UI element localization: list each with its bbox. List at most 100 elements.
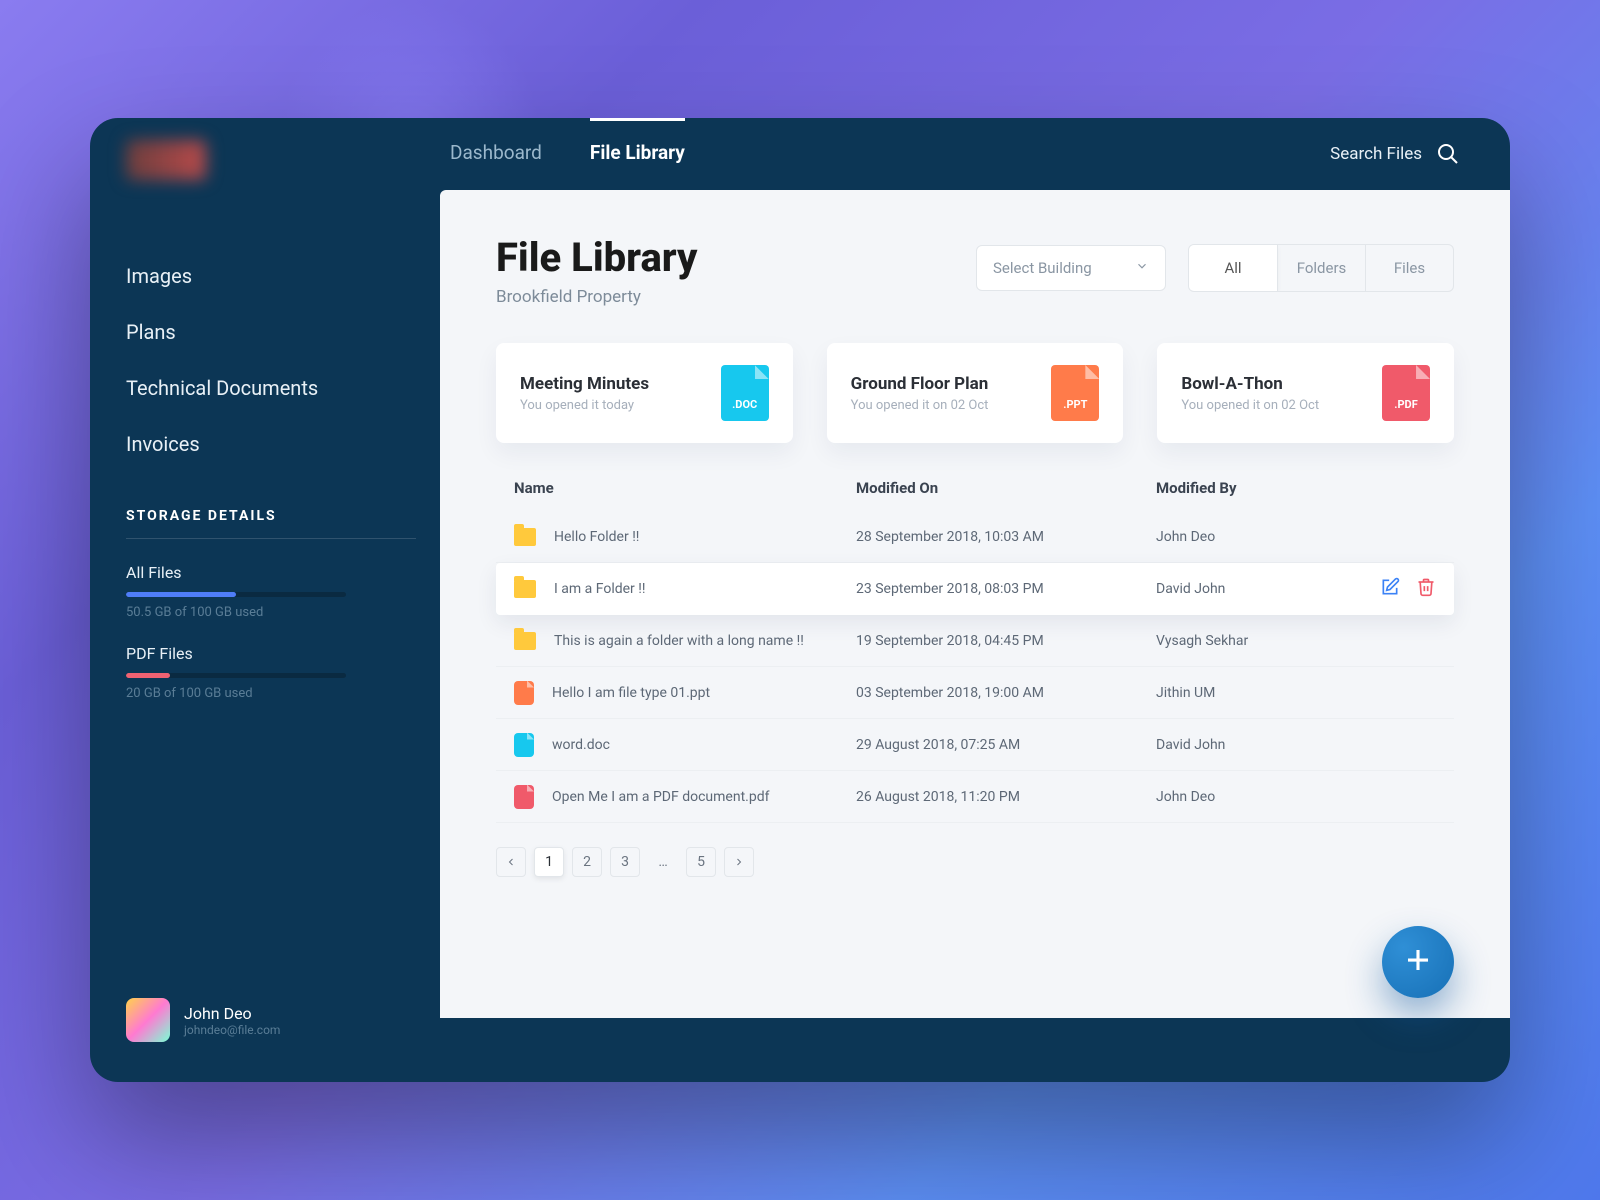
add-fab[interactable] [1382, 926, 1454, 998]
sidebar: Images Plans Technical Documents Invoice… [126, 248, 416, 701]
row-name: word.doc [552, 737, 610, 753]
card-title: Meeting Minutes [520, 374, 649, 394]
sidebar-item-plans[interactable]: Plans [126, 304, 416, 360]
row-modified-on: 29 August 2018, 07:25 AM [856, 737, 1156, 753]
recent-cards: Meeting Minutes You opened it today .DOC… [496, 343, 1454, 443]
edit-icon[interactable] [1380, 577, 1400, 601]
row-modified-by: John Deo [1156, 789, 1356, 805]
table-row[interactable]: Hello Folder !! 28 September 2018, 10:03… [496, 511, 1454, 563]
storage-all-files: All Files 50.5 GB of 100 GB used [126, 563, 416, 620]
logo [126, 140, 206, 180]
filter-segmented: All Folders Files [1188, 244, 1454, 292]
storage-fill [126, 592, 236, 597]
storage-bar [126, 592, 346, 597]
folder-icon [514, 528, 536, 546]
storage-bar [126, 673, 346, 678]
col-modified-on: Modified On [856, 479, 1156, 497]
filter-folders[interactable]: Folders [1277, 245, 1365, 291]
select-placeholder: Select Building [993, 259, 1092, 277]
page-title: File Library [496, 234, 697, 281]
pagination: 123 … 5 [496, 847, 1454, 877]
page-subtitle: Brookfield Property [496, 287, 697, 307]
filter-all[interactable]: All [1189, 245, 1277, 291]
storage-label: PDF Files [126, 644, 416, 663]
page-3[interactable]: 3 [610, 847, 640, 877]
storage-caption: 50.5 GB of 100 GB used [126, 605, 416, 620]
page-5[interactable]: 5 [686, 847, 716, 877]
page-2[interactable]: 2 [572, 847, 602, 877]
row-modified-on: 03 September 2018, 19:00 AM [856, 685, 1156, 701]
plus-icon [1403, 945, 1433, 979]
recent-card[interactable]: Bowl-A-Thon You opened it on 02 Oct .PDF [1157, 343, 1454, 443]
storage-details-heading: STORAGE DETAILS [126, 508, 416, 539]
card-subtitle: You opened it on 02 Oct [1181, 398, 1319, 413]
search-icon [1436, 142, 1460, 166]
page-controls: Select Building All Folders Files [976, 244, 1454, 292]
tab-dashboard[interactable]: Dashboard [450, 121, 542, 188]
card-title: Ground Floor Plan [851, 374, 989, 394]
page-header: File Library Brookfield Property Select … [496, 234, 1454, 307]
recent-card[interactable]: Meeting Minutes You opened it today .DOC [496, 343, 793, 443]
storage-pdf-files: PDF Files 20 GB of 100 GB used [126, 644, 416, 701]
page-prev[interactable] [496, 847, 526, 877]
filter-files[interactable]: Files [1365, 245, 1453, 291]
row-modified-by: John Deo [1156, 529, 1356, 545]
file-table: Name Modified On Modified By Hello Folde… [496, 479, 1454, 823]
sidebar-item-invoices[interactable]: Invoices [126, 416, 416, 472]
ppt-file-icon: .PPT [1051, 365, 1099, 421]
col-modified-by: Modified By [1156, 479, 1356, 497]
select-building-dropdown[interactable]: Select Building [976, 245, 1166, 291]
table-row[interactable]: word.doc 29 August 2018, 07:25 AM David … [496, 719, 1454, 771]
ppt-file-icon [514, 681, 534, 705]
folder-icon [514, 632, 536, 650]
app-window: Dashboard File Library Search Files Imag… [90, 118, 1510, 1082]
search-label: Search Files [1330, 144, 1422, 164]
user-email: johndeo@file.com [184, 1023, 280, 1037]
row-modified-by: Jithin UM [1156, 685, 1356, 701]
doc-file-icon [514, 733, 534, 757]
storage-fill [126, 673, 170, 678]
doc-file-icon: .DOC [721, 365, 769, 421]
row-name: Hello Folder !! [554, 529, 639, 545]
page-next[interactable] [724, 847, 754, 877]
table-header: Name Modified On Modified By [496, 479, 1454, 511]
search-button[interactable]: Search Files [1330, 142, 1460, 166]
pdf-file-icon: .PDF [1382, 365, 1430, 421]
row-modified-on: 26 August 2018, 11:20 PM [856, 789, 1156, 805]
table-row[interactable]: I am a Folder !! 23 September 2018, 08:0… [496, 563, 1454, 615]
folder-icon [514, 580, 536, 598]
sidebar-item-technical-documents[interactable]: Technical Documents [126, 360, 416, 416]
storage-label: All Files [126, 563, 416, 582]
row-name: Hello I am file type 01.ppt [552, 685, 710, 701]
row-modified-on: 28 September 2018, 10:03 AM [856, 529, 1156, 545]
table-row[interactable]: This is again a folder with a long name … [496, 615, 1454, 667]
card-subtitle: You opened it on 02 Oct [851, 398, 989, 413]
storage-caption: 20 GB of 100 GB used [126, 686, 416, 701]
row-modified-on: 19 September 2018, 04:45 PM [856, 633, 1156, 649]
pdf-file-icon [514, 785, 534, 809]
chevron-down-icon [1135, 259, 1149, 277]
page-1[interactable]: 1 [534, 847, 564, 877]
trash-icon[interactable] [1416, 577, 1436, 601]
col-name: Name [514, 479, 856, 497]
user-name: John Deo [184, 1004, 280, 1023]
nav-tabs: Dashboard File Library [450, 121, 685, 188]
topbar: Dashboard File Library Search Files [90, 118, 1510, 190]
row-modified-by: David John [1156, 581, 1356, 597]
row-name: Open Me I am a PDF document.pdf [552, 789, 769, 805]
table-row[interactable]: Open Me I am a PDF document.pdf 26 Augus… [496, 771, 1454, 823]
row-modified-on: 23 September 2018, 08:03 PM [856, 581, 1156, 597]
user-card[interactable]: John Deo johndeo@file.com [126, 998, 280, 1042]
row-modified-by: David John [1156, 737, 1356, 753]
main-panel: File Library Brookfield Property Select … [440, 190, 1510, 1018]
card-subtitle: You opened it today [520, 398, 649, 413]
avatar [126, 998, 170, 1042]
table-row[interactable]: Hello I am file type 01.ppt 03 September… [496, 667, 1454, 719]
recent-card[interactable]: Ground Floor Plan You opened it on 02 Oc… [827, 343, 1124, 443]
page-ellipsis: … [648, 847, 678, 877]
sidebar-item-images[interactable]: Images [126, 248, 416, 304]
tab-file-library[interactable]: File Library [590, 118, 685, 188]
card-title: Bowl-A-Thon [1181, 374, 1319, 394]
row-name: I am a Folder !! [554, 581, 645, 597]
row-name: This is again a folder with a long name … [554, 633, 804, 649]
